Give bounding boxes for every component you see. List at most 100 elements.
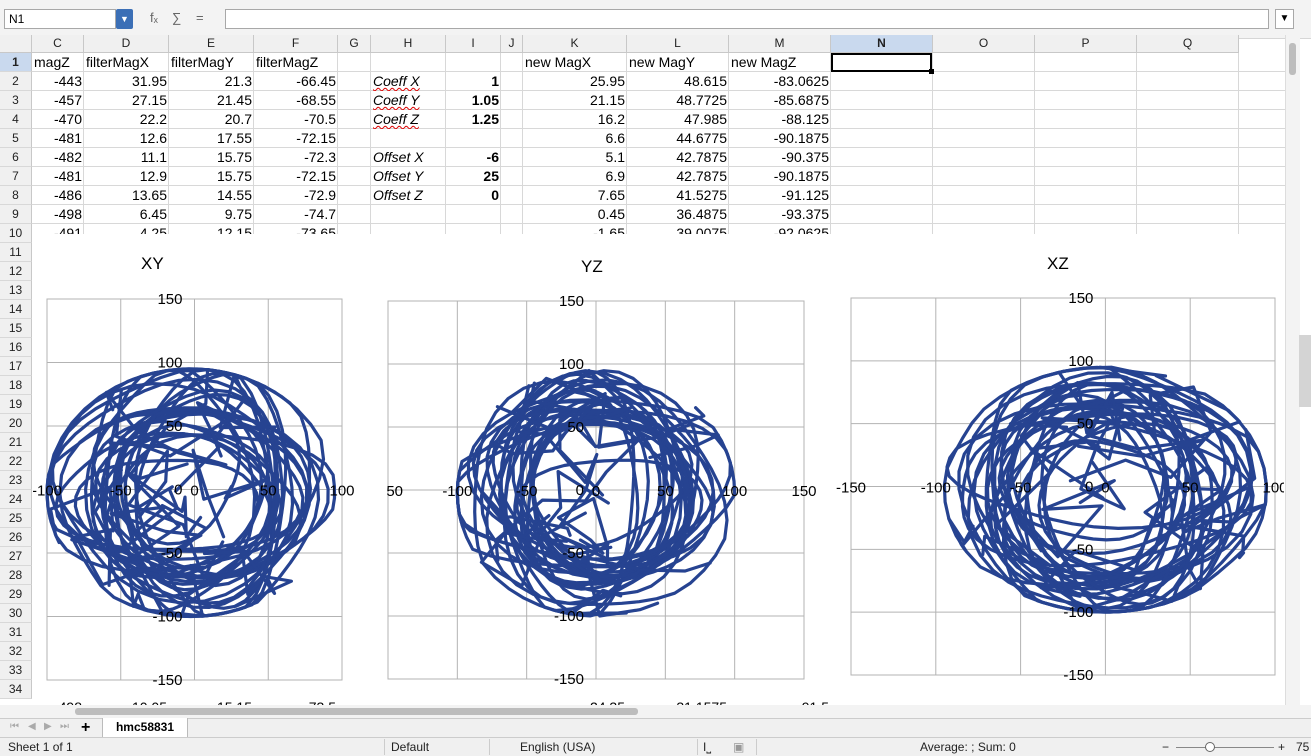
param-value[interactable]: 0 — [448, 186, 499, 205]
row-header[interactable]: 26 — [0, 528, 32, 547]
param-value[interactable]: -6 — [448, 148, 499, 167]
column-header-d[interactable]: D — [84, 35, 169, 53]
column-header-l[interactable]: L — [627, 35, 729, 53]
cell-value[interactable]: 22.2 — [86, 110, 167, 129]
cell-value[interactable]: 12.15 — [171, 224, 252, 234]
column-header-c[interactable]: C — [32, 35, 84, 53]
row-header[interactable]: 23 — [0, 471, 32, 490]
cell-value[interactable]: 42.7875 — [629, 148, 727, 167]
param-value[interactable]: 1.25 — [448, 110, 499, 129]
cell-value[interactable]: -92.0625 — [731, 224, 829, 234]
cell-value[interactable]: 42.7875 — [629, 167, 727, 186]
cell-value[interactable]: 17.55 — [171, 129, 252, 148]
row-header[interactable]: 1 — [0, 53, 32, 72]
cell-value[interactable]: -481 — [34, 129, 82, 148]
last-sheet-icon[interactable]: ⏭ — [60, 721, 69, 732]
row-header[interactable]: 8 — [0, 186, 32, 205]
cell-value[interactable]: -90.1875 — [731, 167, 829, 186]
cell-header[interactable]: filterMagY — [171, 53, 252, 72]
row-header[interactable]: 25 — [0, 509, 32, 528]
row-header[interactable]: 18 — [0, 376, 32, 395]
column-header-n[interactable]: N — [831, 35, 933, 53]
row-header[interactable]: 20 — [0, 414, 32, 433]
cell-value[interactable]: 25.95 — [525, 72, 625, 91]
row-header[interactable]: 28 — [0, 566, 32, 585]
first-sheet-icon[interactable]: ⏮ — [10, 721, 19, 732]
cell-value[interactable]: -72.3 — [256, 148, 336, 167]
row-header[interactable]: 22 — [0, 452, 32, 471]
row-header[interactable]: 33 — [0, 661, 32, 680]
param-value[interactable]: 1.05 — [448, 91, 499, 110]
cell-value[interactable]: -72.9 — [256, 186, 336, 205]
cell-value[interactable]: -470 — [34, 110, 82, 129]
cell-value[interactable]: 39.0075 — [629, 224, 727, 234]
chevron-down-icon[interactable]: ▼ — [1275, 9, 1294, 29]
sidebar-toggle[interactable] — [1299, 335, 1311, 407]
page-style[interactable]: Default — [391, 740, 429, 754]
cell-value[interactable]: 48.7725 — [629, 91, 727, 110]
next-sheet-icon[interactable]: ▶ — [44, 721, 52, 732]
param-label[interactable]: Offset X — [373, 148, 444, 167]
cell-value[interactable]: 20.7 — [171, 110, 252, 129]
cell-value[interactable]: -88.125 — [731, 110, 829, 129]
cell-value[interactable]: 12.6 — [86, 129, 167, 148]
column-header-j[interactable]: J — [501, 35, 523, 53]
param-value[interactable]: 25 — [448, 167, 499, 186]
cell-value[interactable]: -90.375 — [731, 148, 829, 167]
row-header[interactable]: 4 — [0, 110, 32, 129]
cell-value[interactable]: -90.1875 — [731, 129, 829, 148]
chart-yz[interactable]: YZ -150-100-50050100150150100500-50-100-… — [373, 234, 824, 698]
scroll-thumb[interactable] — [1289, 43, 1296, 75]
row-header[interactable]: 19 — [0, 395, 32, 414]
cell-value[interactable]: 5.1 — [525, 148, 625, 167]
cell-value[interactable]: 12.9 — [86, 167, 167, 186]
cell-value[interactable]: 15.75 — [171, 167, 252, 186]
vertical-scrollbar[interactable] — [1285, 35, 1300, 705]
name-box[interactable]: N1 — [4, 9, 116, 29]
cell-value[interactable]: -93.375 — [731, 205, 829, 224]
column-header-h[interactable]: H — [371, 35, 446, 53]
active-cell-cursor[interactable] — [831, 53, 932, 72]
formula-input[interactable] — [225, 9, 1269, 29]
cell-value[interactable]: 21.3 — [171, 72, 252, 91]
cell-value[interactable]: 47.985 — [629, 110, 727, 129]
row-header[interactable]: 15 — [0, 319, 32, 338]
cell-value[interactable]: 21.15 — [525, 91, 625, 110]
row-header[interactable]: 21 — [0, 433, 32, 452]
row-header[interactable]: 6 — [0, 148, 32, 167]
prev-sheet-icon[interactable]: ◀ — [28, 721, 36, 732]
row-header[interactable]: 16 — [0, 338, 32, 357]
cell-value[interactable]: -481 — [34, 167, 82, 186]
param-label[interactable]: Coeff Z — [373, 110, 444, 129]
horizontal-scrollbar[interactable] — [0, 705, 1311, 718]
cell-value[interactable]: -443 — [34, 72, 82, 91]
cell-value[interactable]: -498 — [34, 205, 82, 224]
param-label[interactable]: Coeff X — [373, 72, 444, 91]
cell-value[interactable]: 16.2 — [525, 110, 625, 129]
fill-handle[interactable] — [929, 69, 934, 74]
row-header[interactable]: 14 — [0, 300, 32, 319]
zoom-slider-knob[interactable] — [1205, 742, 1215, 752]
equals-icon[interactable]: = — [196, 10, 204, 25]
cell-header[interactable]: new MagY — [629, 53, 727, 72]
cell-value[interactable]: -457 — [34, 91, 82, 110]
cell-value[interactable]: -491 — [34, 224, 82, 234]
cell-value[interactable]: -83.0625 — [731, 72, 829, 91]
cell-value[interactable]: -1.65 — [525, 224, 625, 234]
cell-value[interactable]: 13.65 — [86, 186, 167, 205]
cell-header[interactable]: filterMagZ — [256, 53, 336, 72]
cell-value[interactable]: 44.6775 — [629, 129, 727, 148]
column-header-m[interactable]: M — [729, 35, 831, 53]
cell-value[interactable]: 11.1 — [86, 148, 167, 167]
cell-value[interactable]: -486 — [34, 186, 82, 205]
chart-xz[interactable]: XZ -150 -100 -50 0 50 100 150 100 50 0 -50 -100 -150 — [832, 234, 1288, 698]
column-header-e[interactable]: E — [169, 35, 254, 53]
language[interactable]: English (USA) — [520, 740, 595, 754]
cell-value[interactable]: 36.4875 — [629, 205, 727, 224]
function-wizard-icon[interactable]: fₓ — [150, 10, 158, 25]
param-label[interactable]: Coeff Y — [373, 91, 444, 110]
cell-value[interactable]: -72.15 — [256, 167, 336, 186]
cell-value[interactable]: 6.9 — [525, 167, 625, 186]
zoom-out-icon[interactable]: − — [1162, 740, 1169, 754]
select-all-corner[interactable] — [0, 35, 32, 53]
